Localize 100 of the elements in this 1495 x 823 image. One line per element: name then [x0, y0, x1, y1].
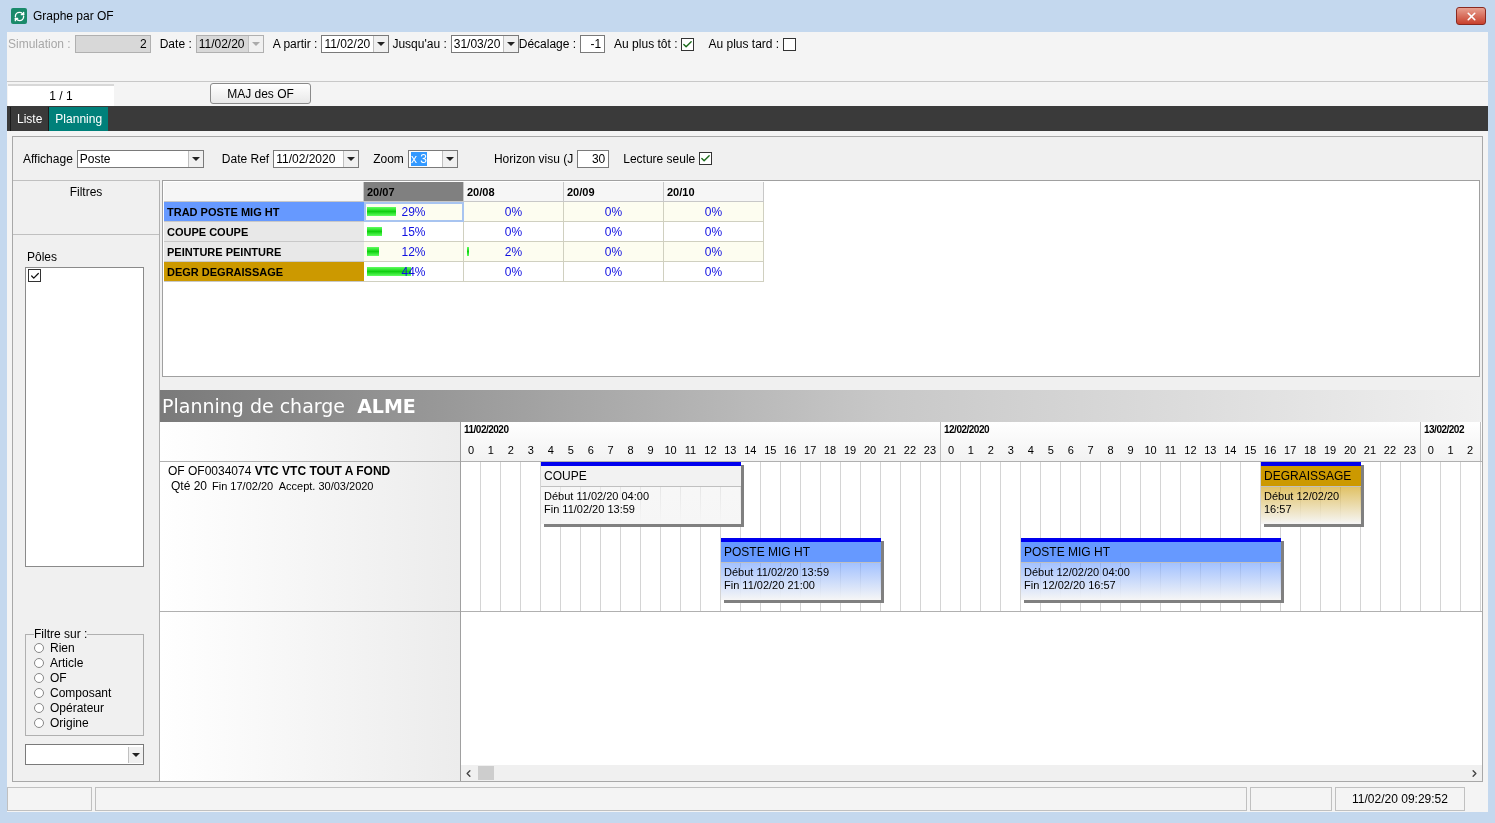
order-quantity: Qté 20 [171, 479, 208, 493]
hour-label: 15 [763, 443, 778, 458]
option-label: Date Ref [221, 150, 270, 168]
option-field[interactable]: 30 [577, 149, 610, 168]
hour-label: 0 [946, 443, 956, 458]
filter-dropdown[interactable] [25, 744, 144, 765]
task-title: POSTE MIG HT [1021, 542, 1281, 563]
toolbar-dropdown[interactable]: 11/02/20 [321, 35, 390, 53]
hour-label: 2 [1466, 443, 1475, 458]
app-icon [11, 8, 27, 24]
hour-label: 11 [683, 443, 698, 458]
load-value: 0% [604, 244, 623, 259]
task-start: Début 11/02/20 13:59 [724, 566, 830, 579]
radio-option[interactable]: Rien [34, 640, 143, 655]
option-dropdown[interactable]: 11/02/2020 [273, 149, 360, 168]
hour-label: 2 [506, 443, 515, 458]
column-header[interactable]: 20/08 [464, 182, 564, 202]
hour-label: 19 [1322, 443, 1338, 458]
day-date: 11/02/2020 [463, 423, 509, 437]
scroll-thumb[interactable] [478, 766, 494, 780]
close-button[interactable] [1456, 7, 1486, 25]
hour-label: 21 [1362, 443, 1378, 458]
option-dropdown[interactable]: Poste [76, 149, 204, 168]
radio-option[interactable]: Origine [34, 715, 143, 730]
hour-label: 11 [1163, 443, 1178, 458]
row-label: DEGR DEGRAISSAGE [164, 262, 364, 282]
poles-label: Pôles [27, 249, 59, 265]
load-value: 0% [604, 224, 623, 239]
hour-label: 13 [1203, 443, 1218, 458]
load-cell[interactable]: 15% [364, 222, 464, 242]
load-cell[interactable]: 0% [564, 202, 664, 222]
hour-label: 16 [783, 443, 798, 458]
load-cell[interactable]: 29% [364, 202, 464, 222]
load-cell[interactable]: 0% [664, 222, 764, 242]
update-button[interactable]: MAJ des OF [210, 83, 311, 104]
radio-option[interactable]: Composant [34, 685, 143, 700]
checkbox[interactable] [783, 37, 797, 51]
load-value: 0% [504, 204, 523, 219]
hour-label: 2 [986, 443, 995, 458]
hour-label: 9 [1126, 443, 1135, 458]
load-cell[interactable]: 0% [464, 202, 564, 222]
hour-label: 4 [1026, 443, 1035, 458]
checkbox[interactable] [681, 37, 695, 51]
load-cell[interactable]: 0% [564, 222, 664, 242]
close-icon[interactable] [1464, 9, 1478, 23]
option-label: Horizon visu (J [493, 150, 574, 168]
task-end: Fin 11/02/20 21:00 [724, 579, 816, 592]
load-cell[interactable]: 0% [564, 262, 664, 282]
toolbar-dropdown[interactable]: 31/03/20 [450, 35, 519, 53]
hour-label: 17 [803, 443, 818, 458]
hour-label: 6 [1066, 443, 1075, 458]
load-cell[interactable]: 0% [464, 222, 564, 242]
load-cell[interactable]: 12% [364, 242, 464, 262]
tab[interactable]: Planning [48, 107, 109, 131]
load-cell[interactable]: 0% [664, 242, 764, 262]
load-cell[interactable]: 0% [664, 262, 764, 282]
column-header[interactable]: 20/07 [364, 182, 464, 202]
column-header[interactable]: 20/10 [664, 182, 764, 202]
hour-label: 18 [823, 443, 838, 458]
load-value: 0% [504, 264, 523, 279]
hour-label: 18 [1303, 443, 1318, 458]
radio-option[interactable]: Article [34, 655, 143, 670]
order-title: OF OF0034074 VTC VTC TOUT A FOND [168, 464, 392, 479]
row-label: COUPE COUPE [164, 222, 364, 242]
load-cell[interactable]: 2% [464, 242, 564, 262]
toolbar-field[interactable]: -1 [580, 35, 606, 53]
load-value: 15% [401, 224, 426, 239]
hour-label: 21 [882, 443, 898, 458]
option-label: Zoom [373, 150, 404, 168]
hour-label: 13 [723, 443, 738, 458]
task-title: COUPE [541, 466, 741, 487]
row-label: PEINTURE PEINTURE [164, 242, 364, 262]
radio-option[interactable]: Opérateur [34, 700, 143, 715]
field-label: Au plus tard : [708, 36, 780, 53]
filter-group-title: Filtre sur : [34, 628, 88, 640]
load-cell[interactable]: 0% [464, 262, 564, 282]
horizontal-scrollbar[interactable] [461, 765, 1482, 781]
checkbox[interactable] [28, 269, 41, 282]
radio-option[interactable]: OF [34, 670, 143, 685]
hour-label: 20 [862, 443, 878, 458]
order-dates: Fin 17/02/20 Accept. 30/03/2020 [212, 480, 374, 492]
load-cell[interactable]: 0% [564, 242, 664, 262]
column-header[interactable]: 20/09 [564, 182, 664, 202]
field-label: Décalage : [518, 36, 577, 53]
hour-label: 17 [1283, 443, 1298, 458]
scroll-right-icon[interactable] [1469, 767, 1480, 779]
hour-label: 7 [606, 443, 615, 458]
load-cell[interactable]: 0% [664, 202, 764, 222]
hour-label: 8 [1106, 443, 1115, 458]
hour-label: 23 [922, 443, 937, 458]
hour-label: 12 [703, 443, 718, 458]
hour-label: 3 [526, 443, 535, 458]
window-title: Graphe par OF [33, 9, 115, 23]
hour-label: 19 [842, 443, 858, 458]
option-label: Affichage [23, 150, 73, 168]
checkbox[interactable] [699, 152, 713, 165]
hour-label: 23 [1402, 443, 1417, 458]
task-title: POSTE MIG HT [721, 542, 881, 563]
hour-label: 8 [626, 443, 635, 458]
load-value: 0% [704, 204, 723, 219]
